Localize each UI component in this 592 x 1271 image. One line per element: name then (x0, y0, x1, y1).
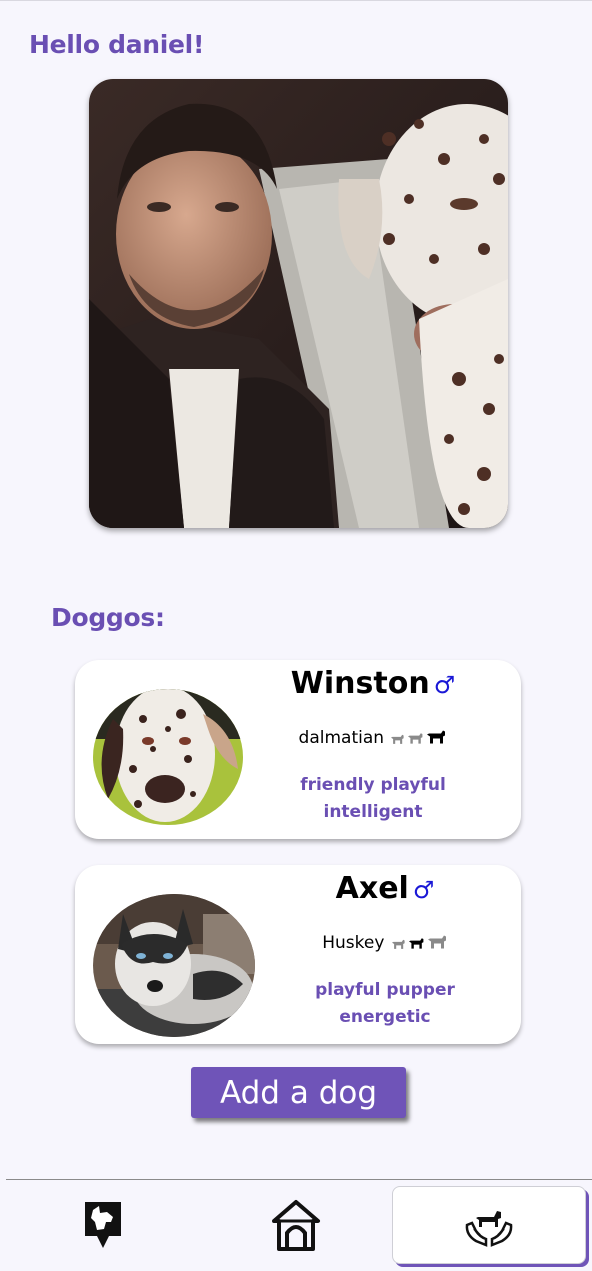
top-divider (0, 0, 592, 1)
dog-name: Winston (290, 666, 430, 701)
dog-location-pin-icon (83, 1200, 123, 1250)
size-indicator (391, 933, 448, 955)
medium-dog-size-icon (408, 730, 424, 750)
small-dog-size-icon (391, 935, 406, 955)
nav-item-map[interactable] (6, 1181, 199, 1269)
doggos-section-title: Doggos: (51, 603, 165, 632)
dog-breed: Huskey (322, 933, 385, 953)
owner-profile-photo (89, 79, 508, 528)
large-dog-size-icon (427, 728, 447, 750)
add-dog-button[interactable]: Add a dog (191, 1067, 406, 1118)
bottom-navigation (6, 1179, 592, 1271)
dog-traits-line: playful pupper (315, 980, 455, 1000)
large-dog-size-icon (427, 933, 448, 955)
dog-traits-line: friendly playful (300, 775, 446, 795)
dog-traits-line: energetic (339, 1007, 431, 1027)
male-gender-icon: ♂ (433, 671, 456, 699)
greeting-heading: Hello daniel! (29, 30, 205, 59)
dog-photo-axel (93, 894, 255, 1037)
nav-item-home[interactable] (199, 1181, 392, 1269)
medium-dog-size-icon (408, 935, 425, 955)
doghouse-icon (271, 1199, 321, 1251)
size-indicator (391, 728, 447, 750)
dog-card-axel[interactable]: Axel ♂ Huskey playful pupper energetic (75, 865, 521, 1044)
male-gender-icon: ♂ (412, 876, 435, 904)
dog-breed: dalmatian (298, 728, 385, 748)
dog-card-winston[interactable]: Winston ♂ dalmatian friendly playful inte… (75, 660, 521, 839)
dog-name: Axel (335, 871, 409, 906)
dog-traits-line: intelligent (323, 802, 423, 822)
hands-holding-dog-icon (464, 1203, 514, 1247)
small-dog-size-icon (391, 730, 405, 750)
nav-item-my-dogs[interactable] (392, 1186, 586, 1264)
dog-photo-winston (93, 689, 243, 825)
